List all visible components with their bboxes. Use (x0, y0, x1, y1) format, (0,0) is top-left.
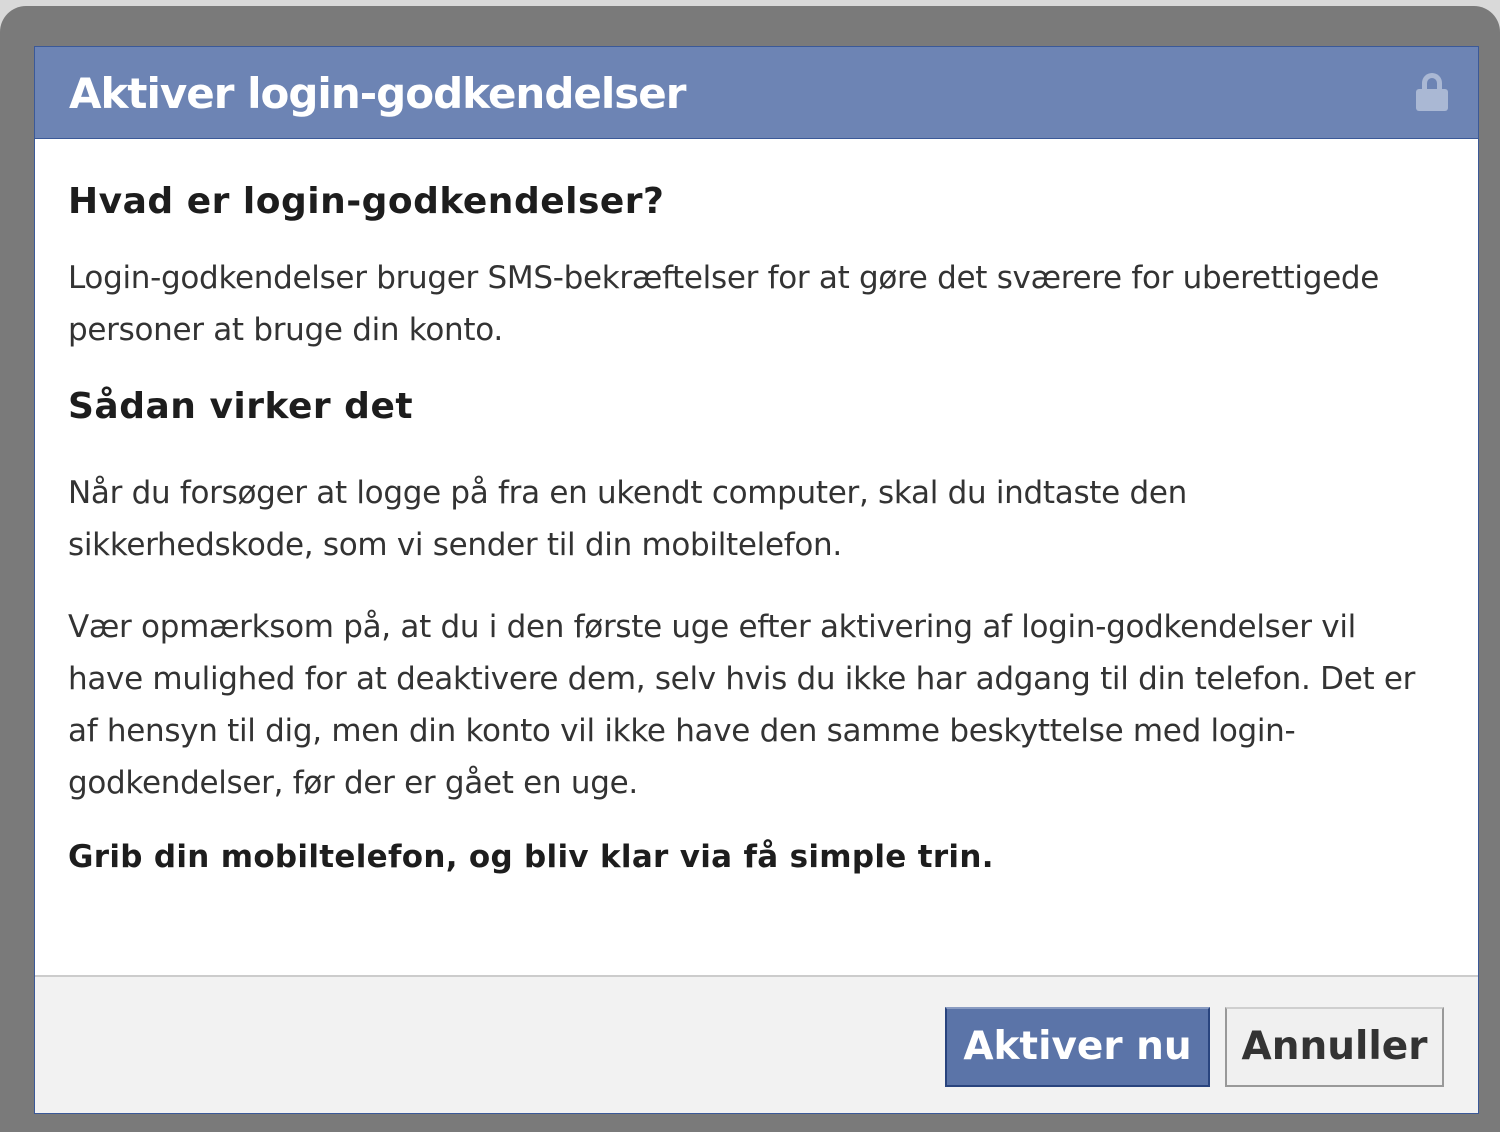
login-approvals-dialog: Aktiver login-godkendelser Hvad er login… (34, 46, 1479, 1114)
paragraph-first-week-notice: Vær opmærksom på, at du i den første uge… (68, 609, 1416, 801)
activate-now-button[interactable]: Aktiver nu (945, 1007, 1210, 1087)
paragraph-call-to-action: Grib din mobiltelefon, og bliv klar via … (68, 839, 994, 875)
dialog-footer: Aktiver nu Annuller (35, 975, 1478, 1113)
heading-how-it-works: Sådan virker det (68, 386, 414, 427)
paragraph-description: Login-godkendelser bruger SMS-bekræftels… (68, 260, 1379, 348)
dialog-title-bar: Aktiver login-godkendelser (35, 47, 1478, 139)
lock-icon (1416, 73, 1448, 111)
cancel-button[interactable]: Annuller (1225, 1007, 1444, 1087)
heading-what-are-login-approvals: Hvad er login-godkendelser? (68, 181, 665, 222)
dialog-title: Aktiver login-godkendelser (69, 69, 686, 118)
paragraph-how-it-works: Når du forsøger at logge på fra en ukend… (68, 475, 1187, 563)
dialog-overlay-frame: Aktiver login-godkendelser Hvad er login… (0, 6, 1500, 1132)
dialog-body: Hvad er login-godkendelser? Login-godken… (35, 181, 1478, 875)
